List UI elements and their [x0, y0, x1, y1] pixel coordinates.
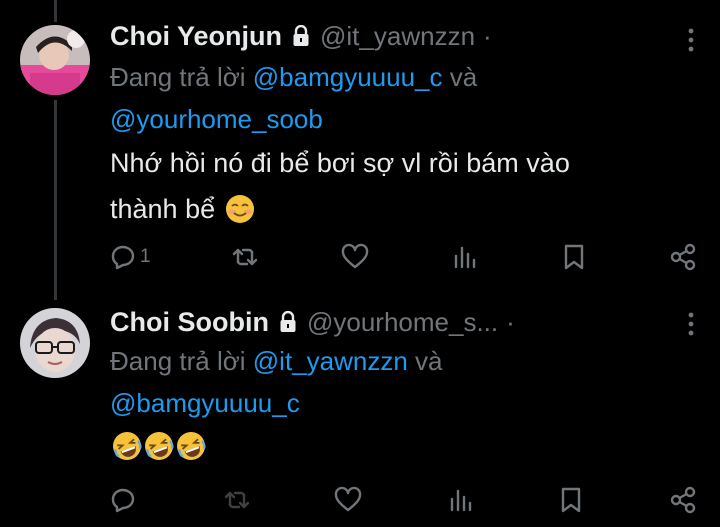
tweet-text: Nhớ hồi nó đi bể bơi sợ vl rồi bám vào t…: [110, 140, 690, 232]
mention-link[interactable]: @bamgyuuuu_c: [110, 388, 300, 418]
views-button[interactable]: [449, 242, 479, 272]
share-icon: [670, 486, 696, 514]
tweet-actions: [108, 483, 698, 517]
bookmark-button[interactable]: [556, 485, 586, 515]
lock-icon: [279, 310, 297, 333]
display-name[interactable]: Choi Soobin: [110, 307, 269, 338]
tweet-header: Choi Yeonjun @it_yawnzzn ·: [110, 18, 492, 54]
rolling-laughing-icon: [112, 429, 142, 460]
lock-icon: [292, 24, 310, 47]
bar-chart-icon: [454, 246, 476, 269]
heart-icon: [341, 243, 368, 269]
bookmark-button[interactable]: [559, 242, 589, 272]
bookmark-icon: [564, 244, 583, 270]
reply-icon: [111, 245, 135, 270]
retweet-button[interactable]: [222, 485, 252, 515]
like-button[interactable]: [333, 485, 363, 515]
reply-button[interactable]: 1: [108, 242, 151, 272]
reply-joiner: và: [407, 346, 443, 376]
avatar[interactable]: [20, 308, 90, 378]
separator-dot: ·: [506, 306, 515, 337]
rolling-laughing-icon: [176, 429, 206, 460]
thread-line: [54, 100, 57, 300]
handle[interactable]: @yourhome_s...: [307, 307, 498, 338]
reply-context: Đang trả lời @bamgyuuuu_c và @yourhome_so…: [110, 56, 670, 140]
handle[interactable]: @it_yawnzzn: [320, 21, 475, 52]
reply-icon: [111, 488, 135, 513]
mention-link[interactable]: @it_yawnzzn: [253, 346, 408, 376]
share-icon: [670, 243, 696, 271]
retweet-button[interactable]: [230, 242, 260, 272]
more-options-icon[interactable]: [688, 312, 694, 336]
tweet-text: [110, 423, 690, 469]
tweet-header: Choi Soobin @yourhome_s... ·: [110, 304, 515, 340]
display-name[interactable]: Choi Yeonjun: [110, 21, 282, 52]
more-options-icon[interactable]: [688, 28, 694, 52]
mention-link[interactable]: @bamgyuuuu_c: [253, 62, 443, 92]
tweet-text-line: Nhớ hồi nó đi bể bơi sợ vl rồi bám vào: [110, 148, 570, 178]
reply-prefix: Đang trả lời: [110, 62, 253, 92]
bookmark-icon: [562, 487, 581, 513]
bar-chart-icon: [450, 489, 471, 512]
reply-count: 1: [140, 246, 151, 267]
mention-link[interactable]: @yourhome_soob: [110, 104, 323, 134]
tweet-card[interactable]: Choi Soobin @yourhome_s... · Đang trả lờ…: [0, 290, 720, 527]
share-button[interactable]: [668, 242, 698, 272]
reply-prefix: Đang trả lời: [110, 346, 253, 376]
tweet-card[interactable]: Choi Yeonjun @it_yawnzzn · Đang trả lời …: [0, 0, 720, 300]
avatar[interactable]: [20, 25, 90, 95]
share-button[interactable]: [668, 485, 698, 515]
reply-button[interactable]: [108, 485, 140, 515]
views-button[interactable]: [445, 485, 475, 515]
reply-context: Đang trả lời @it_yawnzzn và @bamgyuuuu_c: [110, 340, 670, 424]
heart-icon: [334, 486, 362, 512]
like-button[interactable]: [340, 242, 370, 272]
smiling-face-icon: [225, 192, 255, 223]
thread-line-top: [54, 0, 57, 22]
tweet-text-line: thành bể: [110, 194, 216, 224]
reply-joiner: và: [442, 62, 478, 92]
rolling-laughing-icon: [144, 429, 174, 460]
tweet-actions: 1: [108, 240, 698, 274]
retweet-icon: [224, 491, 249, 509]
retweet-icon: [232, 248, 258, 266]
separator-dot: ·: [483, 20, 492, 51]
